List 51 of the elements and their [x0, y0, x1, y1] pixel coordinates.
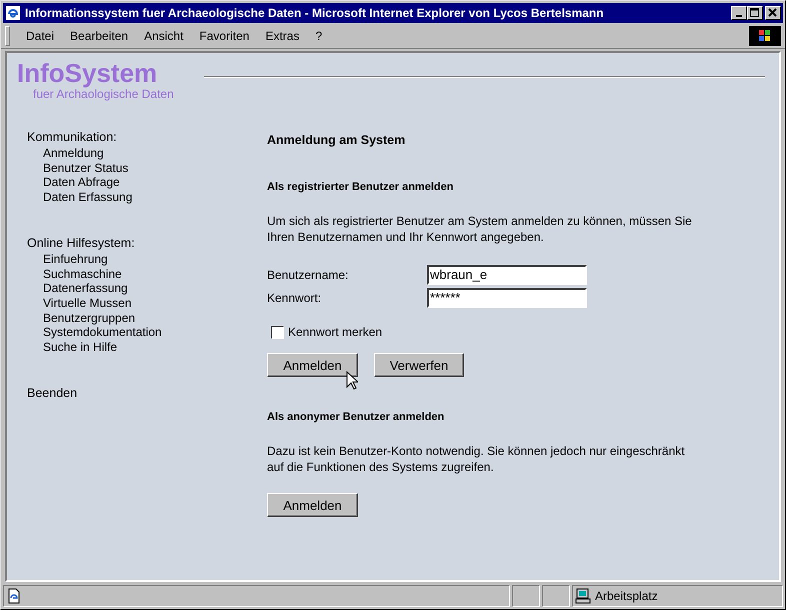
zone-label: Arbeitsplatz — [595, 589, 658, 603]
menu-item[interactable]: Favoriten — [191, 29, 258, 43]
browser-icon — [5, 5, 21, 21]
sidebar-link[interactable]: Virtuelle Mussen — [27, 296, 267, 311]
checkbox[interactable] — [271, 326, 284, 338]
form-button[interactable]: Verwerfen — [374, 353, 464, 377]
sidebar-link[interactable]: Einfuehrung — [27, 252, 267, 267]
sidebar-link[interactable]: Suche in Hilfe — [27, 340, 267, 355]
window-title: Informationssystem fuer Archaeologische Daten - Microsoft Internet Explorer von Lycos Bertelsmann — [25, 6, 605, 20]
instruction-text: Um sich als registrierter Benutzer am System anmelden zu können, müssen Sie Ihren Benutzernamen und Ihr Kennwort angegeben. — [267, 213, 693, 245]
sidebar-link[interactable]: Daten Abfrage — [27, 175, 267, 190]
menu-item[interactable]: Bearbeiten — [62, 29, 136, 43]
menu-item[interactable]: Extras — [257, 29, 308, 43]
menu-item[interactable]: Ansicht — [136, 29, 192, 43]
sidebar-heading[interactable]: Kommunikation: — [27, 129, 267, 145]
logo-subtitle: fuer Archaologische Daten — [33, 87, 174, 101]
menu-item[interactable]: Datei — [18, 29, 62, 43]
computer-icon — [575, 588, 591, 604]
sidebar-heading[interactable]: Beenden — [27, 384, 267, 401]
mouse-cursor-icon — [346, 371, 358, 390]
logo-title: InfoSystem — [17, 59, 158, 87]
input-field[interactable]: wbraun_e — [427, 264, 587, 284]
field-label: Benutzername: — [267, 268, 350, 282]
maximize-icon — [750, 8, 760, 18]
section-heading: Als registrierter Benutzer anmelden — [267, 181, 454, 193]
input-field[interactable]: ****** — [427, 288, 587, 308]
status-pane — [542, 585, 570, 607]
checkbox-label: Kennwort merken — [288, 325, 382, 339]
page-icon — [6, 588, 22, 604]
sidebar-link[interactable]: Daten Erfassung — [27, 190, 267, 205]
info-text: Dazu ist kein Benutzer-Konto notwendig. Sie können jedoch nur eingeschränkt auf die Funktionen des Systems zugreifen. — [267, 443, 686, 475]
minimize-icon — [736, 15, 742, 17]
page-heading: Anmeldung am System — [267, 133, 406, 147]
form-button[interactable]: Anmelden — [267, 353, 358, 377]
field-label: Kennwort: — [267, 290, 322, 304]
section-heading: Als anonymer Benutzer anmelden — [267, 411, 446, 423]
sidebar-link[interactable]: Systemdokumentation — [27, 325, 267, 340]
menu-item[interactable]: ? — [307, 29, 330, 43]
sidebar-link[interactable]: Suchmaschine — [27, 266, 267, 282]
windows-logo-icon — [749, 26, 781, 46]
status-pane — [512, 585, 540, 607]
sidebar-link[interactable]: Datenerfassung — [27, 281, 267, 296]
minimize-button[interactable] — [731, 6, 747, 20]
sidebar-link[interactable]: Benutzergruppen — [27, 310, 267, 326]
form-button[interactable]: Anmelden — [267, 493, 358, 517]
sidebar-link[interactable]: Anmeldung — [27, 146, 267, 161]
close-button[interactable] — [765, 6, 781, 20]
close-icon — [768, 8, 778, 18]
maximize-button[interactable] — [747, 6, 763, 20]
sidebar-link[interactable]: Benutzer Status — [27, 160, 267, 176]
sidebar-heading[interactable]: Online Hilfesystem: — [27, 234, 267, 251]
